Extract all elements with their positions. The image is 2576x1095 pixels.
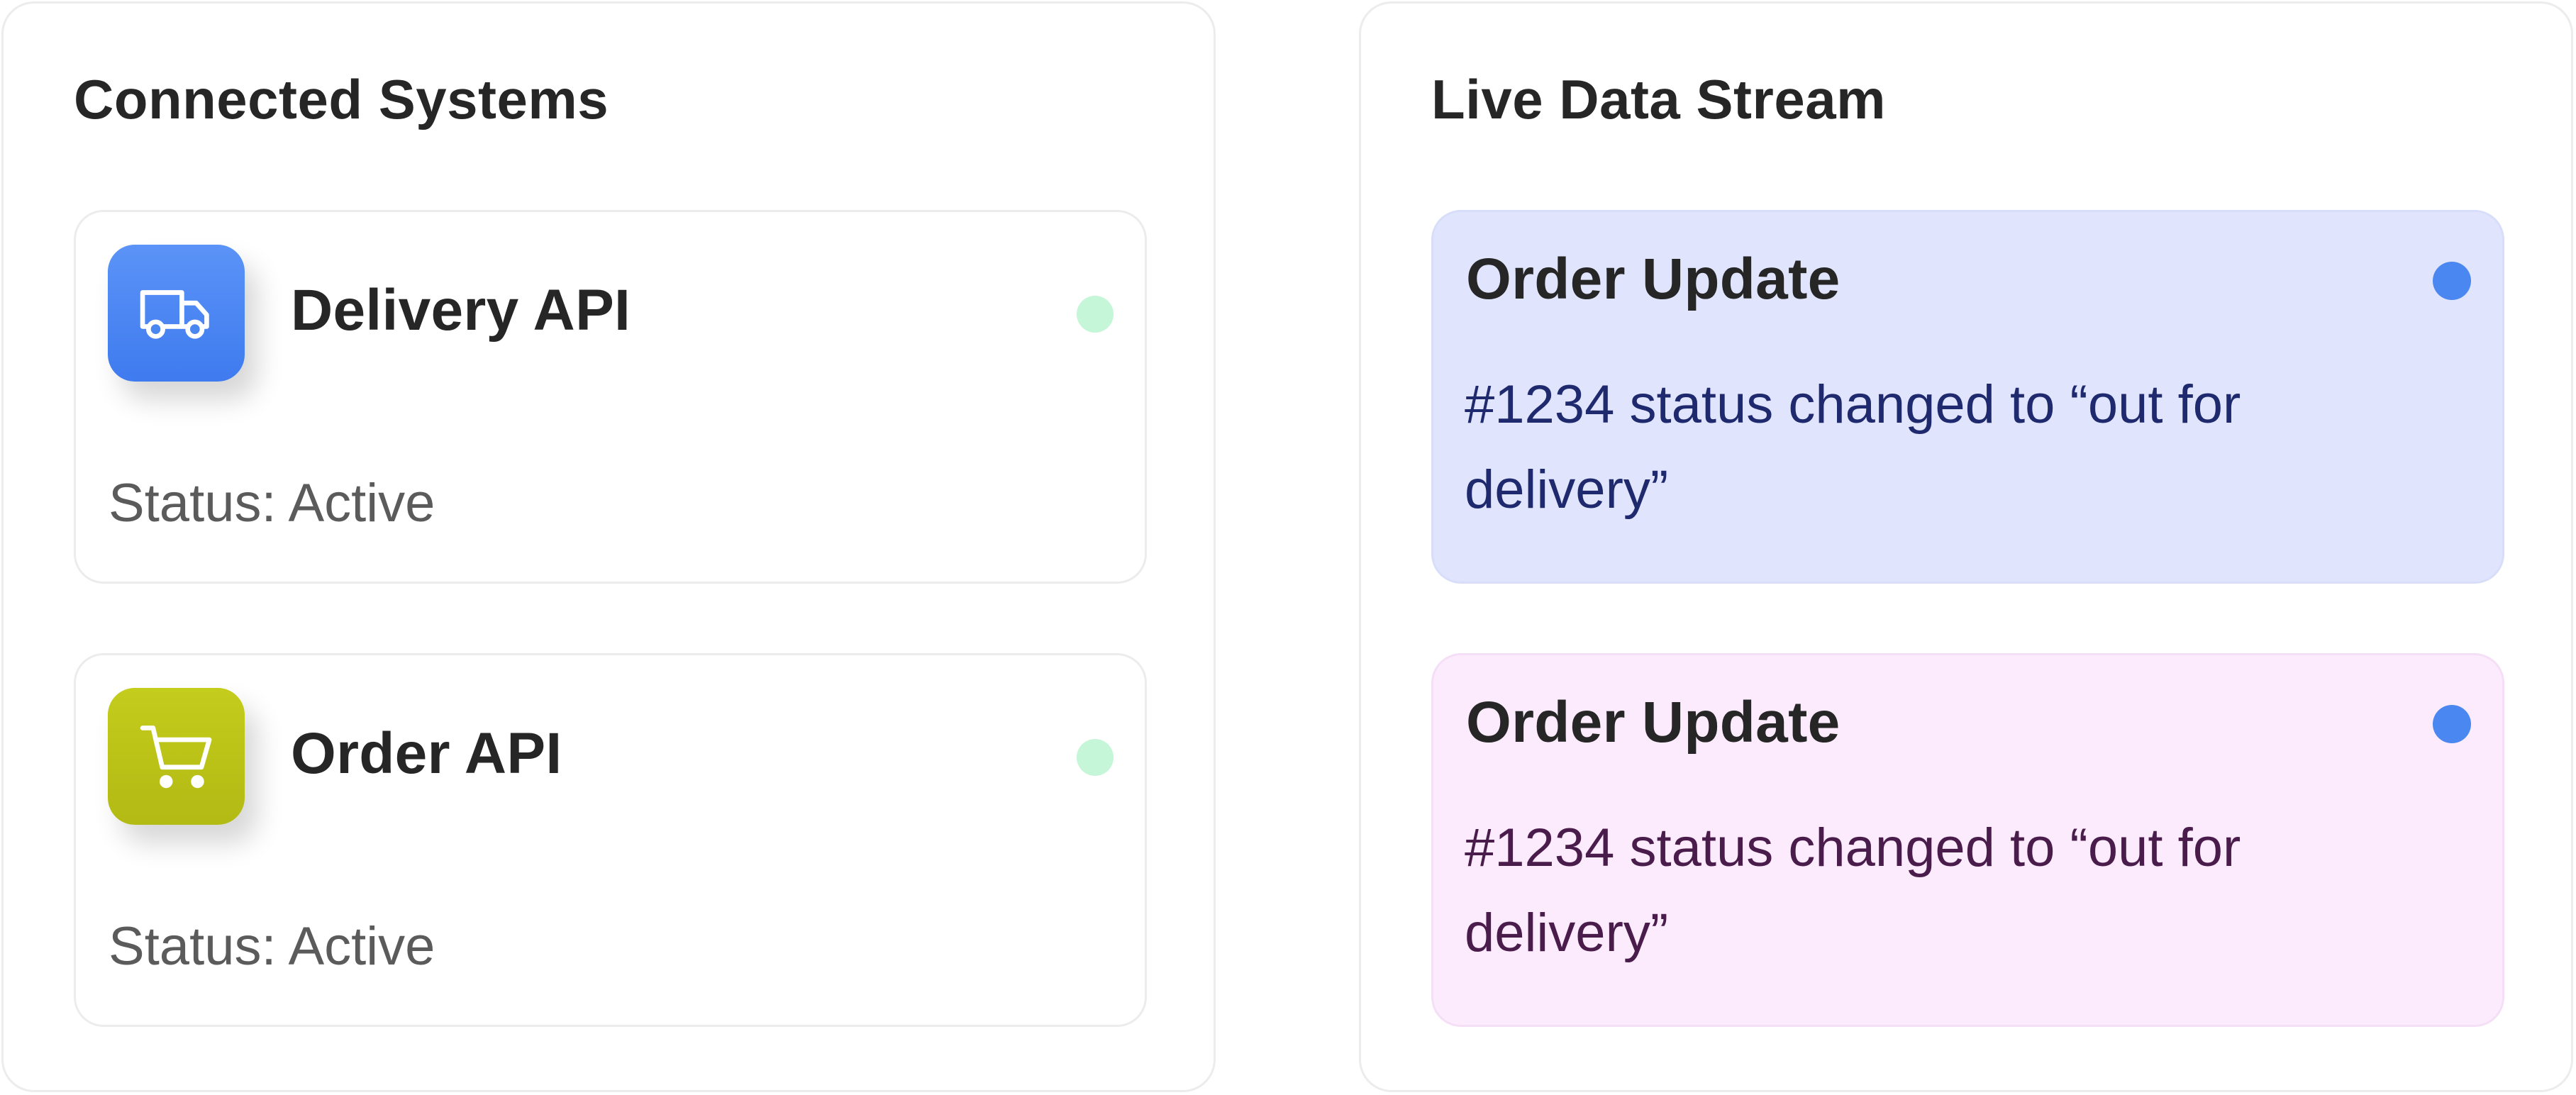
- event-message: #1234 status changed to “out for deliver…: [1465, 818, 2241, 963]
- stream-event-card[interactable]: Order Update #1234 status changed to “ou…: [1431, 653, 2504, 1027]
- system-card-order-api[interactable]: Order API Status: Active: [74, 653, 1147, 1027]
- event-indicator-dot: [2433, 705, 2471, 743]
- status-indicator-dot: [1077, 296, 1114, 333]
- connected-systems-panel: Connected Systems Delivery API Status: A…: [1, 1, 1216, 1092]
- system-status: Status: Active: [109, 473, 435, 533]
- live-data-stream-title: Live Data Stream: [1431, 68, 1886, 130]
- event-title: Order Update: [1466, 247, 1841, 311]
- stream-event-card[interactable]: Order Update #1234 status changed to “ou…: [1431, 210, 2504, 584]
- system-status: Status: Active: [109, 916, 435, 977]
- event-indicator-dot: [2433, 262, 2471, 300]
- status-indicator-dot: [1077, 739, 1114, 776]
- system-name: Delivery API: [291, 278, 631, 343]
- connected-systems-title: Connected Systems: [74, 68, 609, 130]
- event-message: #1234 status changed to “out for deliver…: [1465, 374, 2241, 520]
- system-name: Order API: [291, 721, 562, 786]
- event-title: Order Update: [1466, 690, 1841, 755]
- shopping-cart-icon: [108, 688, 245, 825]
- system-card-delivery-api[interactable]: Delivery API Status: Active: [74, 210, 1147, 584]
- truck-icon: [108, 245, 245, 382]
- live-data-stream-panel: Live Data Stream Order Update #1234 stat…: [1359, 1, 2573, 1092]
